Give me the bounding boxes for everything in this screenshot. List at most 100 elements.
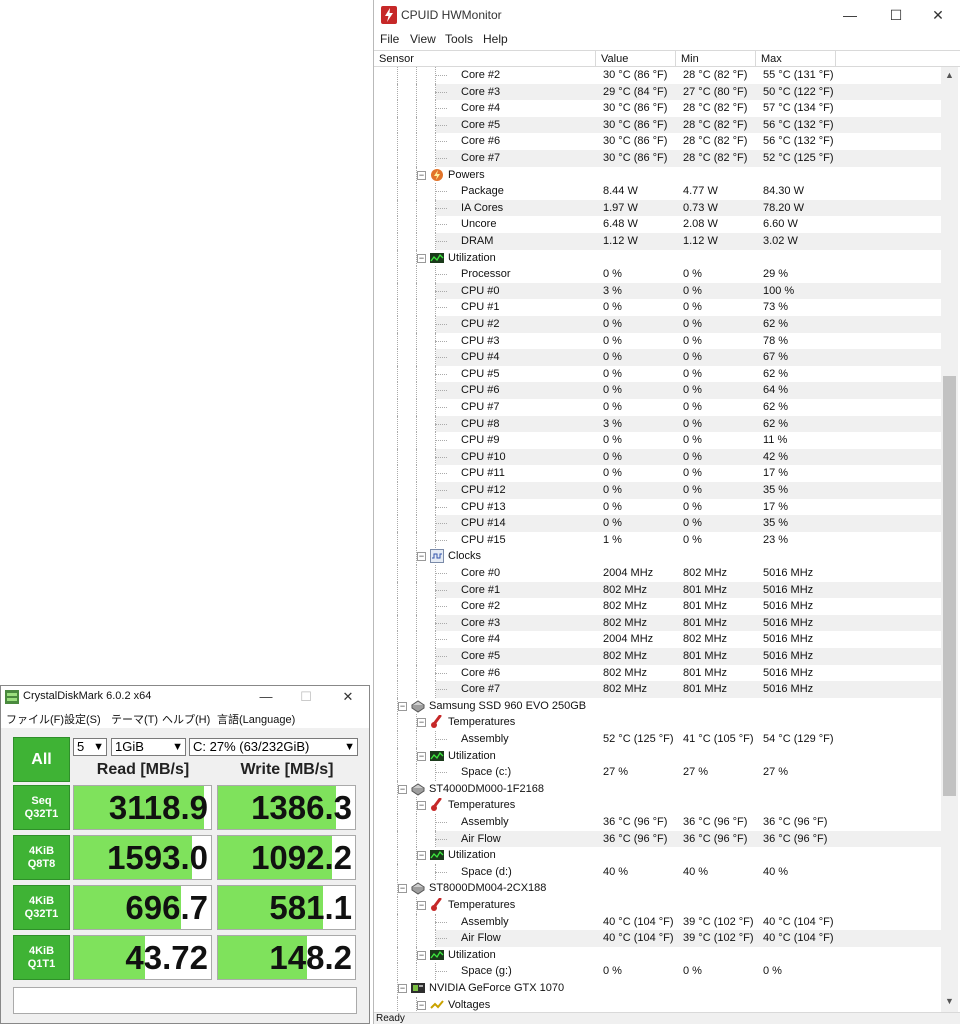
sensor-row[interactable]: Assembly 36 °C (96 °F) 36 °C (96 °F) 36 °C … xyxy=(374,814,941,831)
sensor-row[interactable]: Core #7 802 MHz 801 MHz 5016 MHz xyxy=(374,681,941,698)
sensor-tree[interactable]: Core #2 30 °C (86 °F) 28 °C (82 °F) 55 °C (… xyxy=(374,67,941,1012)
column-value[interactable]: Value xyxy=(596,51,676,67)
sensor-row[interactable]: Core #3 29 °C (84 °F) 27 °C (80 °F) 50 °C (… xyxy=(374,83,941,101)
menu-tools[interactable]: Tools xyxy=(445,32,473,46)
collapse-toggle-icon[interactable]: − xyxy=(398,884,407,894)
sensor-row[interactable]: CPU #7 0 % 0 % 62 % xyxy=(374,399,941,416)
sensor-row[interactable]: CPU #15 1 % 0 % 23 % xyxy=(374,531,941,549)
scroll-up-icon[interactable]: ▲ xyxy=(941,67,958,84)
sensor-row[interactable]: CPU #8 3 % 0 % 62 % xyxy=(374,415,941,433)
collapse-toggle-icon[interactable]: − xyxy=(417,950,426,960)
sensor-group-node[interactable]: − Utilization xyxy=(374,946,941,964)
maximize-button[interactable]: ☐ xyxy=(873,0,919,30)
test-button[interactable]: 4KiB Q1T1 xyxy=(13,935,70,980)
sensor-row[interactable]: Core #1 802 MHz 801 MHz 5016 MHz xyxy=(374,581,941,599)
sensor-row[interactable]: IA Cores 1.97 W 0.73 W 78.20 W xyxy=(374,199,941,217)
device-node[interactable]: − Samsung SSD 960 EVO 250GB xyxy=(374,697,941,715)
scrollbar-thumb[interactable] xyxy=(943,376,956,796)
count-select[interactable]: 5 ▼ xyxy=(73,738,107,756)
device-node[interactable]: − ST8000DM004-2CX188 xyxy=(374,880,941,897)
collapse-toggle-icon[interactable]: − xyxy=(417,552,426,562)
sensor-group-node[interactable]: − Utilization xyxy=(374,847,941,864)
menu-file[interactable]: File xyxy=(380,32,399,46)
drive-select[interactable]: C: 27% (63/232GiB) ▼ xyxy=(189,738,358,756)
sensor-row[interactable]: Processor 0 % 0 % 29 % xyxy=(374,266,941,283)
sensor-row[interactable]: Core #2 30 °C (86 °F) 28 °C (82 °F) 55 °C (… xyxy=(374,67,941,84)
sensor-row[interactable]: Core #3 802 MHz 801 MHz 5016 MHz xyxy=(374,614,941,632)
sensor-row[interactable]: CPU #12 0 % 0 % 35 % xyxy=(374,482,941,499)
sensor-group-node[interactable]: − Clocks xyxy=(374,548,941,565)
sensor-row[interactable]: Assembly 52 °C (125 °F) 41 °C (105 °F) 54 °… xyxy=(374,731,941,748)
sensor-group-node[interactable]: − Temperatures xyxy=(374,714,941,731)
cdm-minimize-button[interactable]: — xyxy=(246,686,286,708)
sensor-row[interactable]: CPU #3 0 % 0 % 78 % xyxy=(374,332,941,350)
sensor-row[interactable]: CPU #11 0 % 0 % 17 % xyxy=(374,465,941,482)
sensor-row[interactable]: Core #5 802 MHz 801 MHz 5016 MHz xyxy=(374,648,941,665)
cdm-menu-theme[interactable]: テーマ(T) xyxy=(111,711,158,727)
collapse-toggle-icon[interactable]: − xyxy=(417,1000,426,1010)
column-sensor[interactable]: Sensor xyxy=(374,51,596,67)
cdm-menu-help[interactable]: ヘルプ(H) xyxy=(162,711,210,727)
sensor-row[interactable]: Core #4 2004 MHz 802 MHz 5016 MHz xyxy=(374,631,941,648)
sensor-group-node[interactable]: − Powers xyxy=(374,166,941,184)
sensor-row[interactable]: DRAM 1.12 W 1.12 W 3.02 W xyxy=(374,233,941,250)
sensor-row[interactable]: CPU #10 0 % 0 % 42 % xyxy=(374,448,941,466)
collapse-toggle-icon[interactable]: − xyxy=(398,701,407,711)
collapse-toggle-icon[interactable]: − xyxy=(398,984,407,993)
sensor-row[interactable]: Air Flow 40 °C (104 °F) 39 °C (102 °F) 40 °… xyxy=(374,930,941,947)
sensor-group-node[interactable]: − Temperatures xyxy=(374,797,941,814)
sensor-row[interactable]: Core #5 30 °C (86 °F) 28 °C (82 °F) 56 °C (… xyxy=(374,116,941,134)
sensor-row[interactable]: Core #7 30 °C (86 °F) 28 °C (82 °F) 52 °C (… xyxy=(374,150,941,167)
sensor-row[interactable]: CPU #4 0 % 0 % 67 % xyxy=(374,349,941,366)
sensor-row[interactable]: CPU #0 3 % 0 % 100 % xyxy=(374,282,941,300)
hwmonitor-titlebar[interactable]: CPUID HWMonitor — ☐ ✕ xyxy=(374,0,960,30)
sensor-row[interactable]: Core #6 802 MHz 801 MHz 5016 MHz xyxy=(374,664,941,682)
collapse-toggle-icon[interactable]: − xyxy=(417,170,426,180)
sensor-row[interactable]: Package 8.44 W 4.77 W 84.30 W xyxy=(374,183,941,200)
cdm-menu-settings[interactable]: 設定(S) xyxy=(64,711,101,727)
device-node[interactable]: − NVIDIA GeForce GTX 1070 xyxy=(374,980,941,997)
collapse-toggle-icon[interactable]: − xyxy=(417,718,426,728)
sensor-row[interactable]: Core #4 30 °C (86 °F) 28 °C (82 °F) 57 °C (… xyxy=(374,100,941,117)
scroll-down-icon[interactable]: ▼ xyxy=(941,993,958,1010)
test-button[interactable]: 4KiB Q32T1 xyxy=(13,885,70,930)
sensor-row[interactable]: Core #2 802 MHz 801 MHz 5016 MHz xyxy=(374,598,941,615)
collapse-toggle-icon[interactable]: − xyxy=(417,253,426,263)
all-button[interactable]: All xyxy=(13,737,70,782)
sensor-row[interactable]: Air Flow 36 °C (96 °F) 36 °C (96 °F) 36 °C … xyxy=(374,830,941,848)
test-button[interactable]: Seq Q32T1 xyxy=(13,785,70,830)
cdm-maximize-button[interactable]: ☐ xyxy=(286,686,326,708)
device-node[interactable]: − ST4000DM000-1F2168 xyxy=(374,780,941,798)
column-max[interactable]: Max xyxy=(756,51,836,67)
sensor-row[interactable]: CPU #6 0 % 0 % 64 % xyxy=(374,382,941,399)
cdm-menu-file[interactable]: ファイル(F) xyxy=(6,711,64,727)
minimize-button[interactable]: — xyxy=(827,0,873,30)
comment-field[interactable] xyxy=(13,987,357,1014)
column-min[interactable]: Min xyxy=(676,51,756,67)
size-select[interactable]: 1GiB ▼ xyxy=(111,738,186,756)
cdm-menu-language[interactable]: 言語(Language) xyxy=(217,711,295,727)
collapse-toggle-icon[interactable]: − xyxy=(417,751,426,761)
menu-help[interactable]: Help xyxy=(483,32,508,46)
sensor-group-node[interactable]: − Temperatures xyxy=(374,897,941,914)
cdm-titlebar[interactable]: CrystalDiskMark 6.0.2 x64 — ☐ ✕ xyxy=(1,686,369,708)
vertical-scrollbar[interactable]: ▲ ▼ xyxy=(941,67,958,1012)
sensor-row[interactable]: Core #6 30 °C (86 °F) 28 °C (82 °F) 56 °C (… xyxy=(374,133,941,150)
menu-view[interactable]: View xyxy=(410,32,436,46)
test-button[interactable]: 4KiB Q8T8 xyxy=(13,835,70,880)
collapse-toggle-icon[interactable]: − xyxy=(417,901,426,910)
sensor-row[interactable]: Space (c:) 27 % 27 % 27 % xyxy=(374,764,941,781)
sensor-group-node[interactable]: − Utilization xyxy=(374,249,941,267)
sensor-row[interactable]: CPU #13 0 % 0 % 17 % xyxy=(374,498,941,516)
sensor-group-node[interactable]: − Utilization xyxy=(374,747,941,765)
sensor-row[interactable]: Uncore 6.48 W 2.08 W 6.60 W xyxy=(374,216,941,233)
sensor-row[interactable]: CPU #9 0 % 0 % 11 % xyxy=(374,432,941,449)
sensor-row[interactable]: CPU #2 0 % 0 % 62 % xyxy=(374,316,941,333)
sensor-row[interactable]: Space (g:) 0 % 0 % 0 % xyxy=(374,963,941,980)
collapse-toggle-icon[interactable]: − xyxy=(417,801,426,811)
close-button[interactable]: ✕ xyxy=(915,0,960,30)
sensor-row[interactable]: CPU #14 0 % 0 % 35 % xyxy=(374,515,941,532)
collapse-toggle-icon[interactable]: − xyxy=(398,784,407,794)
sensor-row[interactable]: Assembly 40 °C (104 °F) 39 °C (102 °F) 40 °… xyxy=(374,913,941,931)
cdm-close-button[interactable]: ✕ xyxy=(328,686,368,708)
